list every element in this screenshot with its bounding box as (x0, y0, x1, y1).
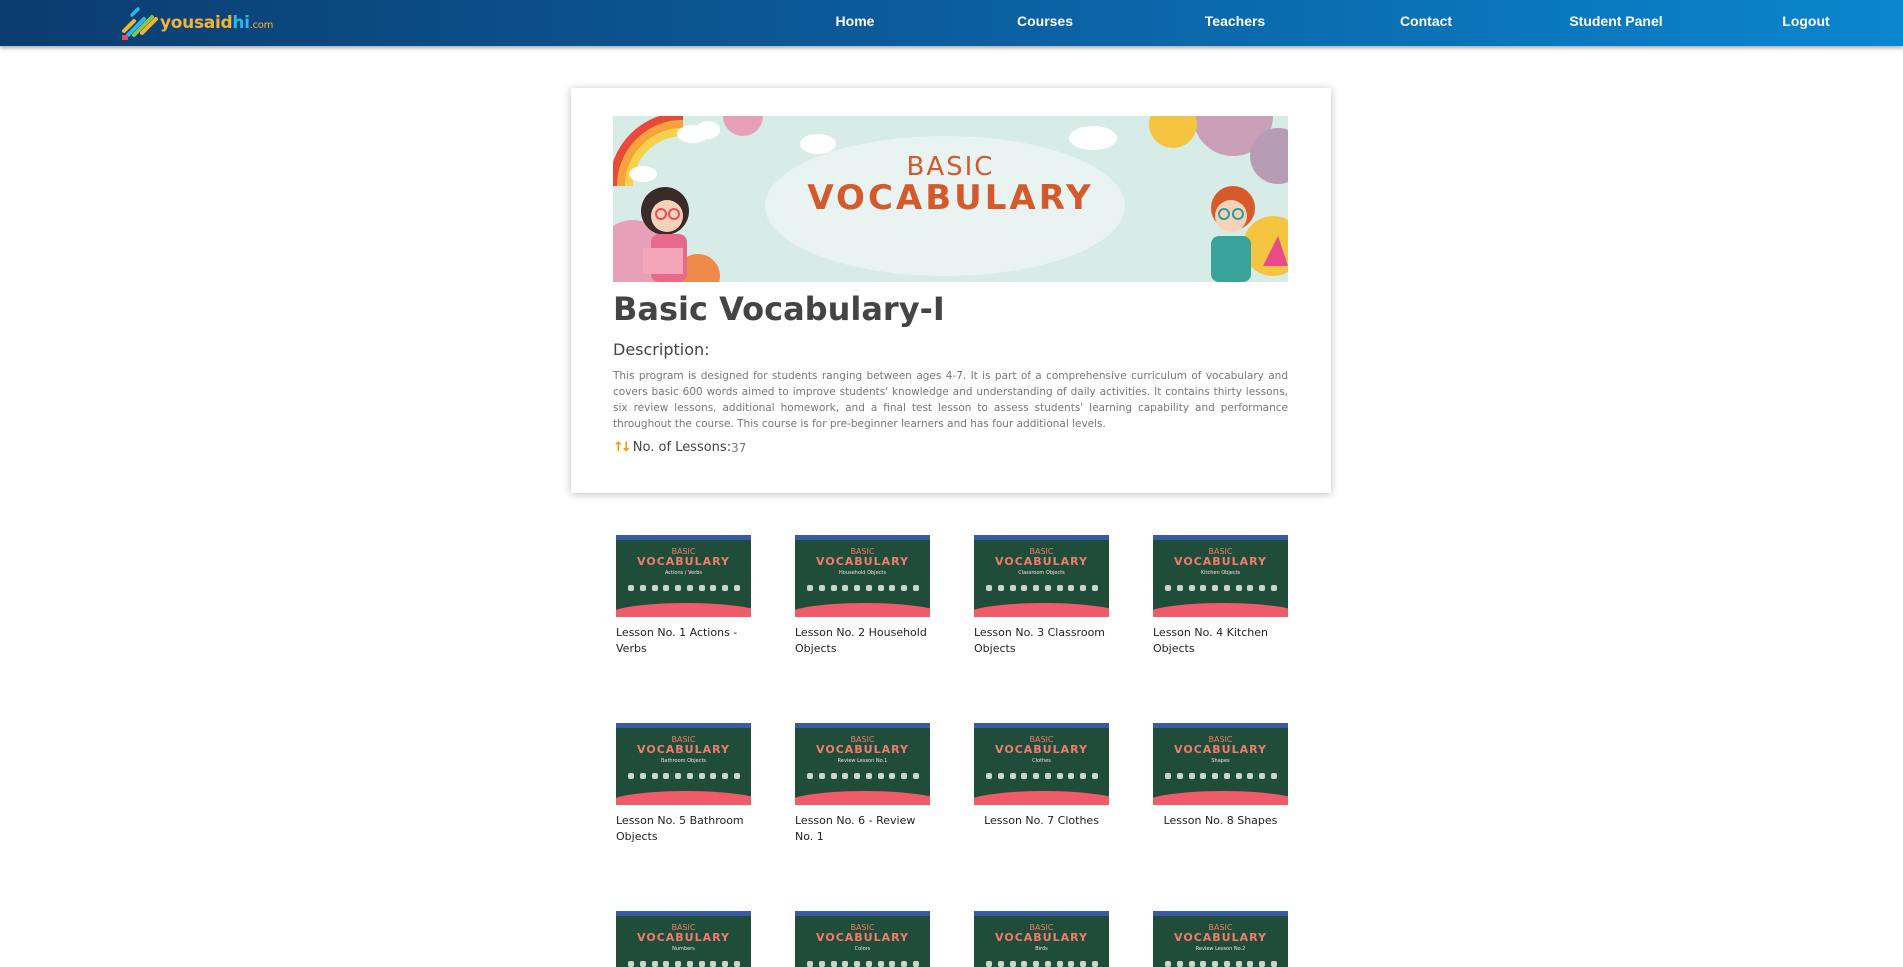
lesson-title[interactable]: Lesson No. 4 Kitchen Objects (1153, 625, 1288, 657)
thumbnail-vocabulary-text: VOCABULARY (1174, 555, 1267, 568)
lesson-thumbnail[interactable]: BASIC VOCABULARY Actions / Verbs (616, 535, 751, 617)
lesson-title[interactable]: Lesson No. 1 Actions - Verbs (616, 625, 751, 657)
thumbnail-subtitle: Household Objects (839, 570, 886, 576)
thumbnail-vocabulary-text: VOCABULARY (816, 555, 909, 568)
lesson-thumbnail[interactable]: BASIC VOCABULARY Colors (795, 911, 930, 967)
site-logo[interactable]: yousaidhi.com (120, 5, 273, 41)
lesson-title[interactable]: Lesson No. 7 Clothes (974, 813, 1109, 829)
lesson-card[interactable]: BASIC VOCABULARY Clothes Lesson No. 7 Cloth… (974, 723, 1109, 829)
nav-courses[interactable]: Courses (980, 0, 1110, 43)
logo-you: you (160, 13, 194, 33)
thumbnail-subtitle: Birds (1035, 946, 1048, 952)
lessons-count-row: ↑↓ No. of Lessons: 37 (613, 440, 746, 455)
logo-stripes-icon (120, 5, 160, 41)
description-text: This program is designed for students ra… (613, 370, 1288, 430)
course-card: BASIC VOCABULARY Basic Vocabulary-I Desc… (571, 88, 1331, 493)
nav-contact[interactable]: Contact (1361, 0, 1491, 43)
nav-teachers[interactable]: Teachers (1170, 0, 1300, 43)
thumbnail-vocabulary-text: VOCABULARY (637, 743, 730, 756)
description-label: Description: (613, 340, 710, 359)
lesson-thumbnail[interactable]: BASIC VOCABULARY Kitchen Objects (1153, 535, 1288, 617)
thumbnail-subtitle: Clothes (1032, 758, 1051, 764)
lesson-thumbnail[interactable]: BASIC VOCABULARY Classroom Objects (974, 535, 1109, 617)
thumbnail-subtitle: Review Lesson No.2 (1195, 946, 1246, 952)
thumbnail-subtitle: Kitchen Objects (1200, 570, 1241, 576)
lesson-card[interactable]: BASIC VOCABULARY Colors (795, 911, 930, 967)
thumbnail-subtitle: Review Lesson No.1 (837, 758, 888, 764)
top-navbar: yousaidhi.com Home Courses Teachers Cont… (0, 0, 1903, 46)
thumbnail-vocabulary-text: VOCABULARY (995, 555, 1088, 568)
thumbnail-vocabulary-text: VOCABULARY (637, 931, 730, 944)
thumbnail-subtitle: Classroom Objects (1018, 570, 1065, 576)
logo-said: said (193, 13, 233, 33)
lesson-thumbnail[interactable]: BASIC VOCABULARY Review Lesson No.1 (795, 723, 930, 805)
course-title: Basic Vocabulary-I (613, 290, 945, 328)
lesson-card[interactable]: BASIC VOCABULARY Numbers (616, 911, 751, 967)
thumbnail-subtitle: Numbers (672, 946, 695, 952)
thumbnail-subtitle: Shapes (1211, 758, 1230, 764)
thumbnail-vocabulary-text: VOCABULARY (816, 743, 909, 756)
lesson-thumbnail[interactable]: BASIC VOCABULARY Bathroom Objects (616, 723, 751, 805)
logo-com: .com (249, 20, 274, 31)
lesson-card[interactable]: BASIC VOCABULARY Review Lesson No.2 (1153, 911, 1288, 967)
lesson-thumbnail[interactable]: BASIC VOCABULARY Clothes (974, 723, 1109, 805)
nav-home[interactable]: Home (790, 0, 920, 43)
thumbnail-vocabulary-text: VOCABULARY (995, 931, 1088, 944)
lesson-thumbnail[interactable]: BASIC VOCABULARY Birds (974, 911, 1109, 967)
thumbnail-vocabulary-text: VOCABULARY (1174, 931, 1267, 944)
lesson-card[interactable]: BASIC VOCABULARY Birds (974, 911, 1109, 967)
lesson-card[interactable]: BASIC VOCABULARY Actions / Verbs Lesson No.… (616, 535, 751, 657)
logo-hi: hi (232, 13, 250, 33)
lesson-title[interactable]: Lesson No. 8 Shapes (1153, 813, 1288, 829)
lesson-card[interactable]: BASIC VOCABULARY Bathroom Objects Lesson No… (616, 723, 751, 845)
lesson-title[interactable]: Lesson No. 3 Classroom Objects (974, 625, 1109, 657)
lesson-card[interactable]: BASIC VOCABULARY Review Lesson No.1 Lesson … (795, 723, 930, 845)
nav-student-panel[interactable]: Student Panel (1551, 0, 1681, 43)
thumbnail-vocabulary-text: VOCABULARY (995, 743, 1088, 756)
lesson-title[interactable]: Lesson No. 6 - Review No. 1 (795, 813, 930, 845)
lesson-card[interactable]: BASIC VOCABULARY Shapes Lesson No. 8 Shapes (1153, 723, 1288, 829)
lesson-card[interactable]: BASIC VOCABULARY Household Objects Lesson N… (795, 535, 930, 657)
sort-arrows-icon: ↑↓ (613, 440, 632, 455)
thumbnail-subtitle: Actions / Verbs (664, 570, 703, 576)
lesson-card[interactable]: BASIC VOCABULARY Kitchen Objects Lesson No.… (1153, 535, 1288, 657)
thumbnail-vocabulary-text: VOCABULARY (816, 931, 909, 944)
lessons-count-value: 37 (731, 440, 747, 455)
lesson-thumbnail[interactable]: BASIC VOCABULARY Numbers (616, 911, 751, 967)
lesson-thumbnail[interactable]: BASIC VOCABULARY Review Lesson No.2 (1153, 911, 1288, 967)
lesson-thumbnail[interactable]: BASIC VOCABULARY Shapes (1153, 723, 1288, 805)
thumbnail-subtitle: Colors (854, 946, 871, 952)
lesson-thumbnail[interactable]: BASIC VOCABULARY Household Objects (795, 535, 930, 617)
course-banner: BASIC VOCABULARY (613, 116, 1288, 282)
thumbnail-subtitle: Bathroom Objects (660, 758, 707, 764)
logo-wordmark: yousaidhi.com (160, 13, 273, 33)
thumbnail-vocabulary-text: VOCABULARY (1174, 743, 1267, 756)
lesson-title[interactable]: Lesson No. 2 Household Objects (795, 625, 930, 657)
lessons-count-label: No. of Lessons: (632, 440, 732, 455)
thumbnail-vocabulary-text: VOCABULARY (637, 555, 730, 568)
lesson-title[interactable]: Lesson No. 5 Bathroom Objects (616, 813, 751, 845)
nav-logout[interactable]: Logout (1741, 0, 1871, 43)
lesson-card[interactable]: BASIC VOCABULARY Classroom Objects Lesson N… (974, 535, 1109, 657)
banner-title-line2: VOCABULARY (807, 178, 1094, 218)
